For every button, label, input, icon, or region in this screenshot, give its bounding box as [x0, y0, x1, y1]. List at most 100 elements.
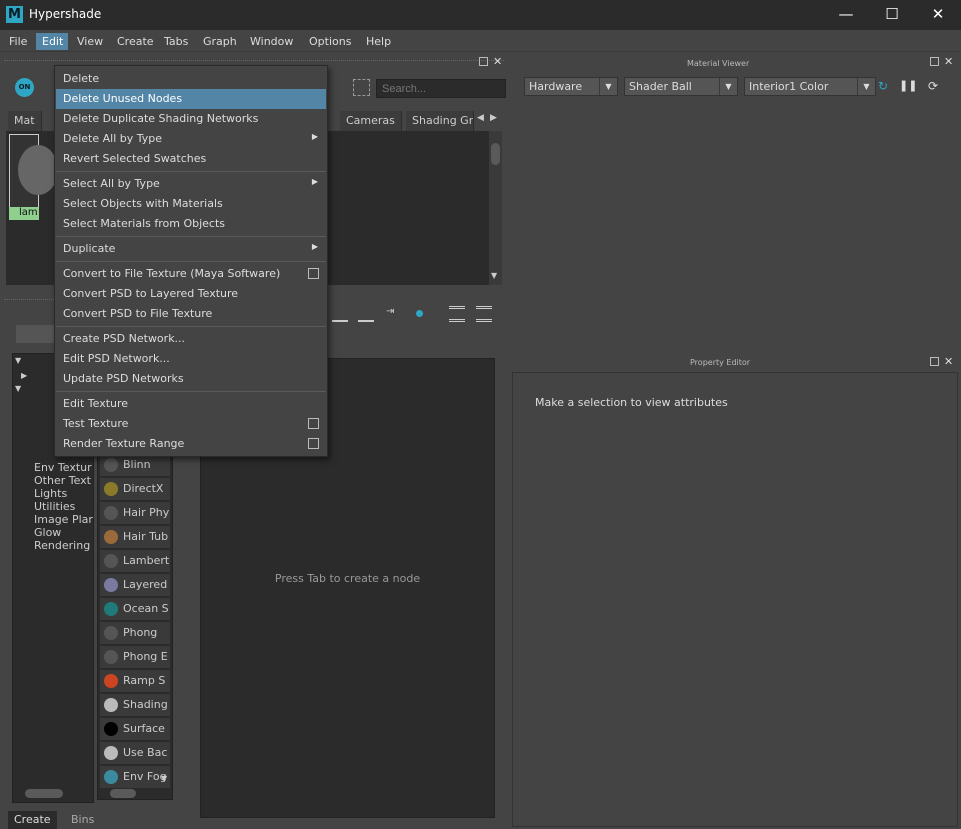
renderer-dropdown[interactable]: Hardware ▼ [524, 77, 618, 96]
select-icon[interactable] [353, 79, 370, 96]
menu-tabs[interactable]: Tabs [164, 35, 188, 48]
node-list-scroll-down-icon[interactable]: ▼ [161, 774, 167, 783]
menu-option-select-objects-with-materials[interactable]: Select Objects with Materials [56, 194, 326, 214]
node-list-item[interactable]: Shading [100, 694, 170, 716]
pe-float-icon[interactable] [930, 357, 939, 366]
graph-layout-icon[interactable] [449, 306, 465, 322]
menu-file[interactable]: File [9, 35, 27, 48]
node-list-label: Lambert [123, 554, 170, 567]
tab-scroll-left-icon[interactable]: ◀ [477, 113, 484, 123]
option-box-icon[interactable] [308, 418, 319, 429]
mv-close-icon[interactable]: ✕ [944, 56, 953, 67]
tree-expand-icon-2[interactable]: ▼ [15, 384, 21, 393]
menu-window[interactable]: Window [250, 35, 293, 48]
tree-item-glow[interactable]: Glow [34, 526, 61, 539]
shape-dropdown[interactable]: Shader Ball ▼ [624, 77, 738, 96]
material-viewer[interactable] [512, 100, 961, 350]
float-panel-icon[interactable] [479, 57, 488, 66]
node-list-item[interactable]: Surface [100, 718, 170, 740]
close-panel-icon[interactable]: ✕ [493, 56, 502, 67]
menu-option-delete-duplicate-shading-networks[interactable]: Delete Duplicate Shading Networks [56, 109, 326, 129]
node-list-item[interactable]: Hair Tub [100, 526, 170, 548]
node-list-item[interactable]: Phong [100, 622, 170, 644]
menu-graph[interactable]: Graph [203, 35, 237, 48]
menu-option-test-texture[interactable]: Test Texture [56, 414, 326, 434]
pause-icon[interactable]: ❚❚ [899, 79, 917, 92]
menu-options[interactable]: Options [309, 35, 351, 48]
graph-arrange-icon[interactable] [476, 306, 492, 322]
node-list-item[interactable]: Phong E [100, 646, 170, 668]
tree-collapse-icon[interactable]: ▶ [21, 371, 27, 380]
swatch-toggle-button[interactable]: ON [15, 78, 34, 97]
panel-grip[interactable] [4, 60, 504, 62]
menu-option-delete-unused-nodes[interactable]: Delete Unused Nodes [56, 89, 326, 109]
menu-edit[interactable]: Edit [42, 35, 63, 48]
property-editor: Make a selection to view attributes [512, 372, 958, 827]
node-list-scroll-thumb[interactable] [110, 789, 136, 798]
scroll-down-icon[interactable]: ▼ [491, 271, 497, 280]
material-swatch[interactable]: lam [9, 134, 58, 220]
settings-icon[interactable]: ⟳ [928, 79, 938, 93]
menu-option-select-materials-from-objects[interactable]: Select Materials from Objects [56, 214, 326, 234]
menu-option-delete-all-by-type[interactable]: Delete All by Type ▶ [56, 129, 326, 149]
menu-option-update-psd-networks[interactable]: Update PSD Networks [56, 369, 326, 389]
node-list-item[interactable]: Env Fog [100, 766, 170, 788]
menu-help[interactable]: Help [366, 35, 391, 48]
tab-bins[interactable]: Bins [65, 811, 100, 829]
tab-create[interactable]: Create [8, 811, 57, 829]
menu-create[interactable]: Create [117, 35, 154, 48]
graph-expand-icon[interactable]: ⇥ [386, 306, 402, 322]
menu-option-edit-texture[interactable]: Edit Texture [56, 394, 326, 414]
option-box-icon[interactable] [308, 268, 319, 279]
graph-input-output-icon[interactable] [412, 306, 428, 322]
node-list-item[interactable]: Lambert [100, 550, 170, 572]
browser-scroll-thumb[interactable] [491, 143, 500, 165]
browser-scrollbar[interactable]: ▼ [489, 131, 502, 285]
tree-item-other-textures[interactable]: Other Text [34, 474, 91, 487]
menu-option-convert-psd-to-file-texture[interactable]: Convert PSD to File Texture [56, 304, 326, 324]
mv-float-icon[interactable] [930, 57, 939, 66]
maximize-button[interactable]: ☐ [869, 0, 915, 30]
search-input[interactable] [376, 79, 506, 98]
refresh-icon[interactable]: ↻ [878, 79, 888, 93]
node-list-item[interactable]: Hair Phy [100, 502, 170, 524]
tree-item-env-textures[interactable]: Env Textur [34, 461, 92, 474]
graph-remove-icon[interactable] [358, 306, 374, 322]
material-viewer-title: Material Viewer [687, 59, 750, 68]
menu-option-convert-psd-to-layered-texture[interactable]: Convert PSD to Layered Texture [56, 284, 326, 304]
node-list-item[interactable]: Use Bac [100, 742, 170, 764]
menu-option-label: Select Materials from Objects [63, 217, 225, 230]
node-list-item[interactable]: Ramp S [100, 670, 170, 692]
minimize-button[interactable]: — [823, 0, 869, 30]
menu-option-revert-selected-swatches[interactable]: Revert Selected Swatches [56, 149, 326, 169]
menu-view[interactable]: View [77, 35, 103, 48]
option-box-icon[interactable] [308, 438, 319, 449]
tab-cameras[interactable]: Cameras [340, 111, 402, 131]
menu-option-delete[interactable]: Delete [56, 69, 326, 89]
tab-shading-groups[interactable]: Shading Gr [406, 111, 474, 131]
menu-option-create-psd-network[interactable]: Create PSD Network... [56, 329, 326, 349]
tab-materials[interactable]: Mat [8, 111, 42, 131]
tree-scroll-thumb[interactable] [25, 789, 63, 798]
graph-add-icon[interactable] [332, 306, 348, 322]
node-list-item[interactable]: Blinn [100, 454, 170, 476]
tab-scroll-right-icon[interactable]: ▶ [490, 113, 497, 123]
menu-option-convert-to-file-texture-maya-software[interactable]: Convert to File Texture (Maya Software) [56, 264, 326, 284]
shader-icon [104, 458, 118, 472]
shader-icon [104, 506, 118, 520]
menu-option-render-texture-range[interactable]: Render Texture Range [56, 434, 326, 454]
tree-item-rendering[interactable]: Rendering [34, 539, 90, 552]
menu-option-duplicate[interactable]: Duplicate ▶ [56, 239, 326, 259]
close-button[interactable]: ✕ [915, 0, 961, 30]
node-list-item[interactable]: DirectX [100, 478, 170, 500]
node-list-item[interactable]: Layered [100, 574, 170, 596]
menu-option-select-all-by-type[interactable]: Select All by Type ▶ [56, 174, 326, 194]
environment-dropdown[interactable]: Interior1 Color ▼ [744, 77, 876, 96]
tree-item-lights[interactable]: Lights [34, 487, 67, 500]
pe-close-icon[interactable]: ✕ [944, 356, 953, 367]
menu-option-edit-psd-network[interactable]: Edit PSD Network... [56, 349, 326, 369]
tree-expand-icon[interactable]: ▼ [15, 356, 21, 365]
node-list-item[interactable]: Ocean S [100, 598, 170, 620]
tree-item-image-planes[interactable]: Image Plar [34, 513, 93, 526]
tree-item-utilities[interactable]: Utilities [34, 500, 75, 513]
